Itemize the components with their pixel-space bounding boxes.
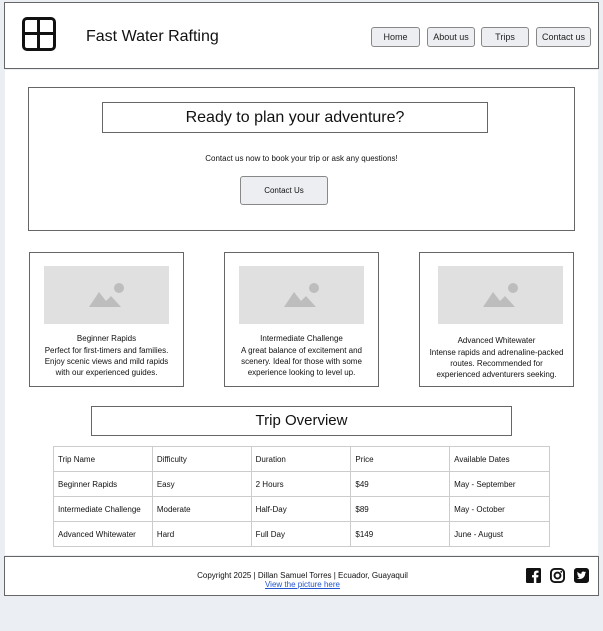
nav-home-button[interactable]: Home bbox=[371, 27, 420, 47]
table-cell: $149 bbox=[350, 521, 451, 547]
column-header: Available Dates bbox=[449, 446, 550, 472]
trip-overview-table: Trip Name Difficulty Duration Price Avai… bbox=[53, 446, 550, 547]
site-header: Fast Water Rafting Home About us Trips C… bbox=[4, 2, 599, 69]
card-title: Beginner Rapids bbox=[76, 334, 137, 343]
table-cell: Hard bbox=[151, 521, 252, 547]
nav-about-button[interactable]: About us bbox=[427, 27, 475, 47]
column-header: Duration bbox=[250, 446, 352, 472]
card-description: Perfect for first-timers and families. E… bbox=[44, 346, 169, 377]
table-cell: Half-Day bbox=[250, 496, 352, 522]
image-placeholder-icon bbox=[438, 266, 563, 324]
contact-us-button[interactable]: Contact Us bbox=[240, 176, 328, 205]
nav-contact-button[interactable]: Contact us bbox=[536, 27, 591, 47]
table-cell: Advanced Whitewater bbox=[53, 521, 153, 547]
table-header-row: Trip Name Difficulty Duration Price Avai… bbox=[53, 446, 550, 472]
nav-trips-button[interactable]: Trips bbox=[481, 27, 529, 47]
table-cell: May - September bbox=[449, 471, 550, 497]
table-cell: Intermediate Challenge bbox=[53, 496, 153, 522]
card-description: Intense rapids and adrenaline-packed rou… bbox=[429, 348, 564, 379]
trip-card-beginner: Beginner Rapids Perfect for first-timers… bbox=[29, 252, 184, 387]
twitter-icon[interactable] bbox=[574, 568, 589, 583]
image-placeholder-icon bbox=[44, 266, 169, 324]
hero-text: Contact us now to book your trip or ask … bbox=[205, 154, 398, 163]
column-header: Difficulty bbox=[151, 446, 252, 472]
trip-overview-title: Trip Overview bbox=[91, 406, 512, 436]
column-header: Trip Name bbox=[53, 446, 153, 472]
page: Fast Water Rafting Home About us Trips C… bbox=[0, 0, 603, 631]
table-row: Intermediate Challenge Moderate Half-Day… bbox=[53, 496, 550, 522]
trip-card-advanced: Advanced Whitewater Intense rapids and a… bbox=[419, 252, 574, 387]
table-cell: Easy bbox=[151, 471, 252, 497]
site-footer: Copyright 2025 | Dillan Samuel Torres | … bbox=[4, 556, 599, 596]
table-cell: Beginner Rapids bbox=[53, 471, 153, 497]
table-row: Beginner Rapids Easy 2 Hours $49 May - S… bbox=[53, 471, 550, 497]
hero-title: Ready to plan your adventure? bbox=[102, 102, 488, 133]
card-title: Advanced Whitewater bbox=[457, 336, 536, 345]
table-cell: $89 bbox=[350, 496, 451, 522]
card-description: A great balance of excitement and scener… bbox=[241, 346, 362, 377]
table-cell: June - August bbox=[449, 521, 550, 547]
card-title: Intermediate Challenge bbox=[260, 334, 343, 343]
trip-card-intermediate: Intermediate Challenge A great balance o… bbox=[224, 252, 379, 387]
table-cell: May - October bbox=[449, 496, 550, 522]
facebook-icon[interactable] bbox=[526, 568, 541, 583]
brand-name: Fast Water Rafting bbox=[86, 28, 219, 45]
table-cell: 2 Hours bbox=[250, 471, 352, 497]
table-row: Advanced Whitewater Hard Full Day $149 J… bbox=[53, 521, 550, 547]
instagram-icon[interactable] bbox=[550, 568, 565, 583]
table-cell: Moderate bbox=[151, 496, 252, 522]
logo-grid-icon[interactable] bbox=[22, 17, 56, 51]
view-picture-link[interactable]: View the picture here bbox=[5, 580, 600, 589]
image-placeholder-icon bbox=[239, 266, 364, 324]
table-cell: $49 bbox=[350, 471, 451, 497]
column-header: Price bbox=[350, 446, 451, 472]
copyright-text: Copyright 2025 | Dillan Samuel Torres | … bbox=[197, 571, 408, 580]
table-cell: Full Day bbox=[250, 521, 352, 547]
